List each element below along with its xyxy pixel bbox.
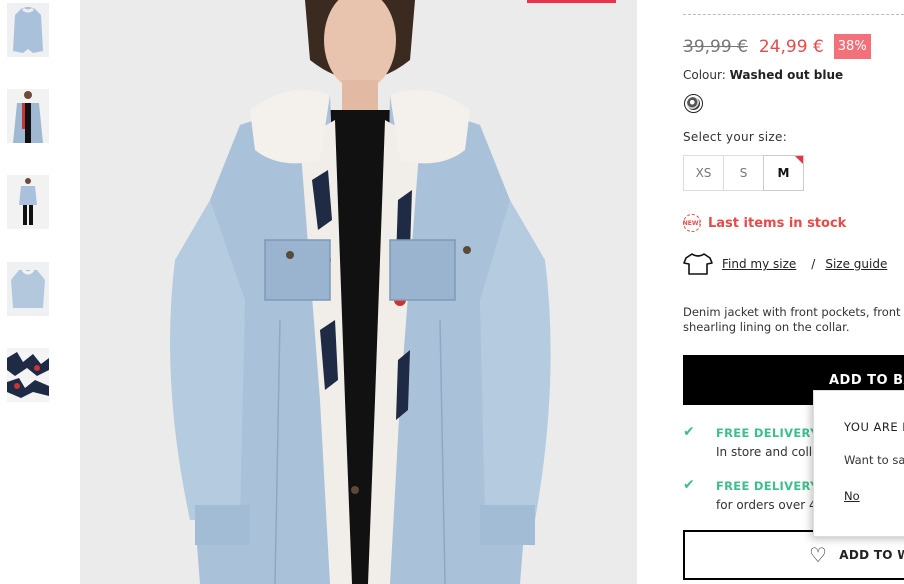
discount-badge: 38% — [833, 34, 871, 59]
tshirt-icon — [683, 253, 713, 275]
colour-value: Washed out blue — [729, 68, 844, 82]
thumbnail-jacket-back[interactable] — [7, 3, 49, 57]
fit-links: Find my size / Size guide — [683, 252, 887, 276]
size-label: Select your size: — [683, 130, 788, 144]
product-main-image — [80, 0, 637, 584]
sale-price: 24,99 € — [758, 36, 824, 57]
new-badge-icon: NEW! — [683, 214, 701, 232]
stock-text: Last items in stock — [708, 215, 847, 231]
link-separator: / — [811, 257, 816, 271]
find-my-size-link[interactable]: Find my size — [722, 257, 796, 271]
product-description: Denim jacket with front pockets, front s… — [683, 305, 901, 334]
colour-info: Colour: Washed out blue — [683, 68, 843, 82]
thumbnail-jacket-flat[interactable] — [7, 262, 49, 316]
region-popup: YOU ARE B Want to sa No — [813, 390, 904, 537]
image-indicator — [527, 0, 616, 3]
thumbnail-lining-detail[interactable] — [7, 348, 49, 402]
size-option-m[interactable]: M — [763, 155, 804, 191]
low-stock-corner — [795, 156, 803, 164]
size-guide-link[interactable]: Size guide — [825, 257, 887, 271]
jacket-illustration — [80, 0, 637, 584]
old-price: 39,99 € — [683, 36, 748, 57]
colour-label: Colour: — [683, 68, 726, 82]
divider — [683, 14, 904, 15]
popup-no-button[interactable]: No — [844, 489, 860, 503]
size-selector: XS S M — [683, 155, 804, 191]
popup-title: YOU ARE B — [844, 420, 904, 434]
popup-text: Want to sa — [844, 453, 904, 467]
size-option-xs[interactable]: XS — [683, 155, 724, 191]
colour-swatch[interactable] — [684, 94, 703, 113]
price-row: 39,99 € 24,99 € 38% — [683, 34, 871, 59]
size-option-m-label: M — [777, 166, 790, 180]
stock-status: NEW! Last items in stock — [683, 214, 846, 232]
size-option-s[interactable]: S — [723, 155, 764, 191]
thumbnail-model-full[interactable] — [7, 175, 49, 229]
heart-icon: ♡ — [809, 543, 828, 567]
check-icon: ✔ — [683, 477, 695, 493]
add-to-wishlist-button[interactable]: ♡ ADD TO W — [683, 530, 904, 580]
add-to-wishlist-label: ADD TO W — [839, 548, 904, 562]
thumbnail-model-open[interactable] — [7, 89, 49, 143]
check-icon: ✔ — [683, 424, 695, 440]
